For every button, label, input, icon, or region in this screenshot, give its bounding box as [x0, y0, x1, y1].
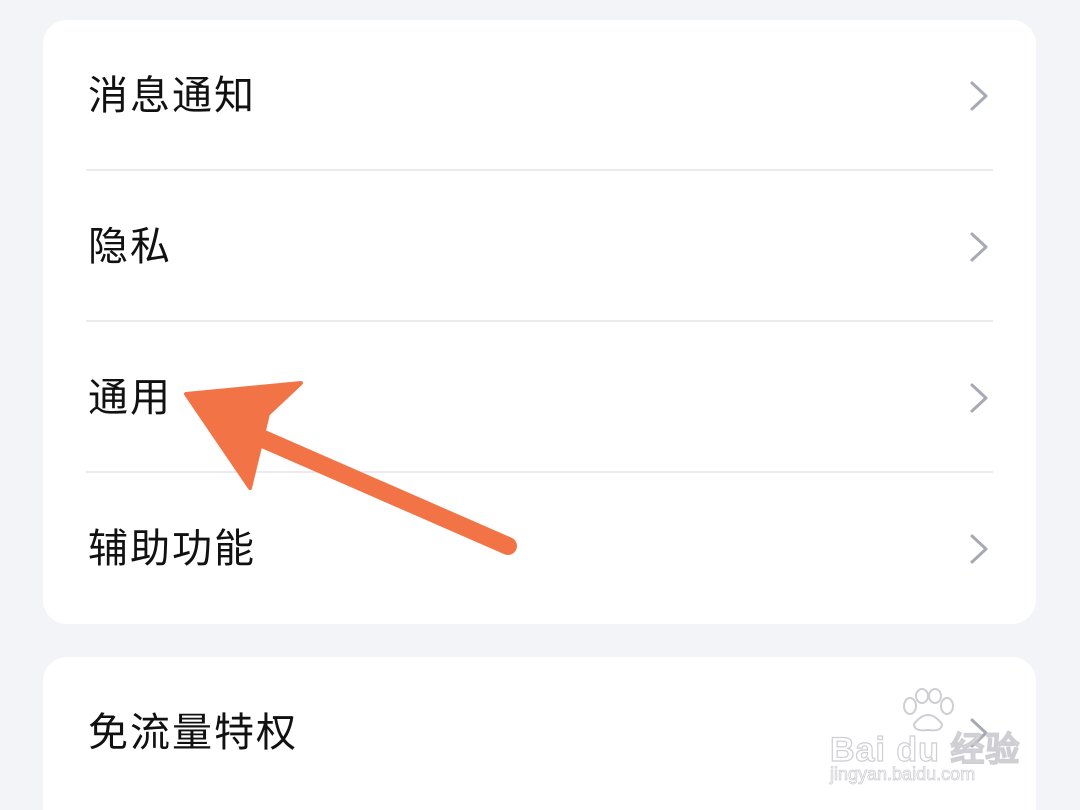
settings-card-main: 消息通知 隐私 通用 辅助功能	[43, 20, 1036, 624]
watermark-url: jingyan.baidu.com	[830, 764, 976, 785]
settings-item-notifications[interactable]: 消息通知	[43, 20, 1036, 171]
settings-item-label: 通用	[88, 374, 172, 421]
settings-item-general[interactable]: 通用	[43, 322, 1036, 473]
settings-item-label: 辅助功能	[88, 525, 256, 572]
watermark: Bai du 经验 jingyan.baidu.com	[828, 688, 1028, 788]
settings-item-label: 隐私	[88, 223, 172, 270]
chevron-right-icon	[970, 81, 988, 110]
chevron-right-icon	[970, 232, 988, 261]
chevron-right-icon	[970, 534, 988, 563]
settings-item-privacy[interactable]: 隐私	[43, 171, 1036, 322]
settings-item-label: 免流量特权	[88, 709, 298, 756]
settings-item-label: 消息通知	[88, 72, 256, 119]
chevron-right-icon	[970, 383, 988, 412]
settings-item-accessibility[interactable]: 辅助功能	[43, 473, 1036, 624]
